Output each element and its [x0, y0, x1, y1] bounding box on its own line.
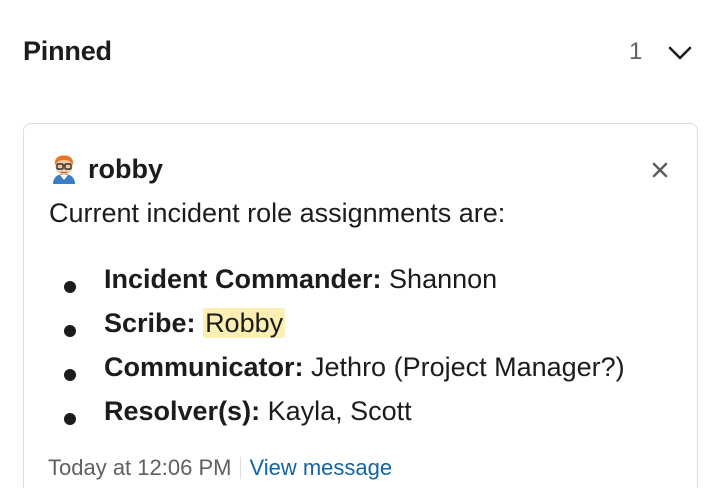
user-mention[interactable]: Robby [203, 308, 286, 338]
list-item: Incident Commander: Shannon [0, 264, 716, 302]
list-item: Resolver(s): Kayla, Scott [0, 396, 716, 434]
bullet-icon [64, 281, 76, 293]
view-message-link[interactable]: View message [249, 455, 392, 480]
footer-divider [240, 457, 242, 479]
list-item: Communicator: Jethro (Project Manager?) [0, 352, 716, 390]
list-item: Scribe: Robby [0, 308, 716, 346]
role-label: Resolver(s): [104, 396, 261, 426]
bullet-icon [64, 369, 76, 381]
message-timestamp[interactable]: Today at 12:06 PM [48, 455, 231, 480]
role-value: Jethro (Project Manager?) [311, 352, 625, 382]
pinned-header[interactable]: Pinned 1 [0, 0, 716, 104]
pinned-count: 1 [629, 38, 643, 65]
role-value: Shannon [389, 264, 498, 294]
bullet-icon [64, 413, 76, 425]
role-label: Scribe: [104, 308, 196, 338]
list-item-text: Communicator: Jethro (Project Manager?) [104, 352, 625, 383]
list-item-text: Resolver(s): Kayla, Scott [104, 396, 412, 427]
message-author[interactable]: robby [88, 154, 163, 185]
message-footer: Today at 12:06 PM View message [48, 455, 392, 481]
role-label: Communicator: [104, 352, 304, 382]
chevron-down-icon[interactable] [667, 42, 693, 64]
list-item-text: Incident Commander: Shannon [104, 264, 497, 295]
list-item-text: Scribe: Robby [104, 308, 286, 339]
bullet-icon [64, 325, 76, 337]
pinned-panel: Pinned 1 robby Current incident role ass… [0, 0, 716, 488]
message-text: Current incident role assignments are: [49, 198, 506, 228]
pinned-title: Pinned [23, 36, 112, 66]
role-value: Kayla, Scott [267, 396, 412, 426]
avatar-emoji-icon[interactable] [50, 154, 78, 184]
close-icon[interactable] [648, 158, 672, 182]
role-label: Incident Commander: [104, 264, 382, 294]
